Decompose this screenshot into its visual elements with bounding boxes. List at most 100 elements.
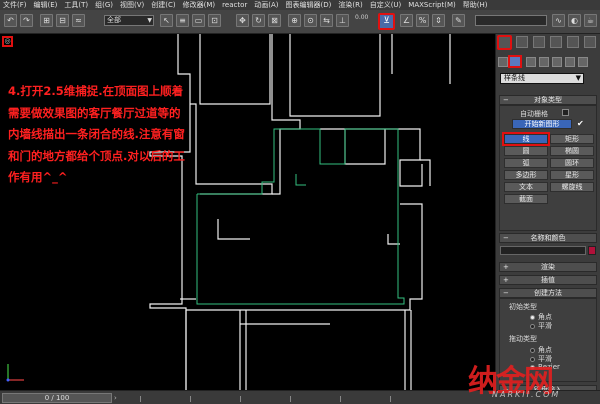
rollout-title: 渲染 <box>541 263 555 271</box>
hierarchy-tab-icon[interactable] <box>533 36 545 48</box>
viewport-label[interactable]: ◎ <box>2 36 13 47</box>
select-by-name-icon[interactable]: ≡ <box>176 14 189 27</box>
start-new-shape-button[interactable]: 开始新图形 <box>512 119 572 129</box>
ngon-button[interactable]: 多边形 <box>504 170 548 180</box>
track-tick <box>240 396 241 402</box>
ellipse-button[interactable]: 椭圆 <box>550 146 594 156</box>
modify-tab-icon[interactable] <box>516 36 528 48</box>
axis-tripod-icon <box>6 364 24 382</box>
angle-snap-icon[interactable]: ∠ <box>400 14 413 27</box>
spinner-snap-icon[interactable]: ⇕ <box>432 14 445 27</box>
render-icon[interactable]: ☕ <box>584 14 597 27</box>
donut-button[interactable]: 圆环 <box>550 158 594 168</box>
pivot-icon[interactable]: ⊙ <box>304 14 317 27</box>
menu-tools[interactable]: 工具(T) <box>64 0 88 10</box>
shape-category-dropdown[interactable]: 样条线 ▼ <box>500 73 584 84</box>
menu-modifiers[interactable]: 修改器(M) <box>183 0 216 10</box>
menu-edit[interactable]: 编辑(E) <box>34 0 58 10</box>
expand-icon: + <box>503 276 509 284</box>
time-next-icon[interactable]: › <box>114 394 117 402</box>
text-button[interactable]: 文本 <box>504 182 548 192</box>
circle-button[interactable]: 圆 <box>504 146 548 156</box>
helix-button[interactable]: 螺旋线 <box>550 182 594 192</box>
line-button[interactable]: 线 <box>504 134 548 144</box>
selection-filter-value: 全部 <box>107 16 121 24</box>
menu-graph-editors[interactable]: 图表编辑器(D) <box>286 0 332 10</box>
align-icon[interactable]: ⊥ <box>336 14 349 27</box>
motion-tab-icon[interactable] <box>550 36 562 48</box>
percent-snap-icon[interactable]: % <box>416 14 429 27</box>
time-slider[interactable]: 0 / 100 <box>2 393 112 403</box>
scale-icon[interactable]: ⊠ <box>268 14 281 27</box>
window-crossing-icon[interactable]: ⊡ <box>208 14 221 27</box>
shapes-icon[interactable] <box>508 55 522 68</box>
instruction-text: 4.打开2.5维捕捉.在顶面图上顺着需要做效果图的客厅餐厅过道等的内墙线描出一条… <box>8 84 185 184</box>
auto-grid-checkbox[interactable] <box>562 109 569 116</box>
arc-button[interactable]: 弧 <box>504 158 548 168</box>
menu-views[interactable]: 视图(V) <box>120 0 144 10</box>
create-tab-icon[interactable] <box>497 35 512 50</box>
rollout-title: 对象类型 <box>534 96 562 104</box>
geometry-icon[interactable] <box>498 57 508 67</box>
menu-file[interactable]: 文件(F) <box>3 0 27 10</box>
cameras-icon[interactable] <box>539 57 549 67</box>
watermark-subtext: NARKII.COM <box>492 390 561 399</box>
object-type-rollout-header[interactable]: − 对象类型 <box>499 95 597 105</box>
menu-customize[interactable]: 自定义(U) <box>370 0 402 10</box>
top-viewport[interactable]: ◎ 4.打开2.5维捕捉.在顶面图上顺着需要做效果图的客厅餐厅过道等的内墙线描出… <box>0 34 495 390</box>
rollout-title: 插值 <box>541 276 555 284</box>
menu-create[interactable]: 创建(C) <box>151 0 175 10</box>
region-select-icon[interactable]: ▭ <box>192 14 205 27</box>
name-color-rollout-header[interactable]: − 名称和颜色 <box>499 233 597 243</box>
initial-type-label: 初始类型 <box>509 303 537 311</box>
curve-editor-icon[interactable]: ∿ <box>552 14 565 27</box>
menu-animation[interactable]: 动画(A) <box>254 0 278 10</box>
rendering-rollout-header[interactable]: + 渲染 <box>499 262 597 272</box>
menu-group[interactable]: 组(G) <box>95 0 113 10</box>
star-button[interactable]: 星形 <box>550 170 594 180</box>
helpers-icon[interactable] <box>552 57 562 67</box>
object-name-field[interactable] <box>500 246 586 255</box>
track-tick <box>340 396 341 402</box>
track-tick <box>390 396 391 402</box>
named-selection-field[interactable] <box>475 15 547 26</box>
track-tick <box>290 396 291 402</box>
start-new-shape-checkbox[interactable]: ✔ <box>577 119 584 128</box>
reference-coord-icon[interactable]: ⊕ <box>288 14 301 27</box>
menu-maxscript[interactable]: MAXScript(M) <box>408 1 455 9</box>
auto-grid-label: 自动栅格 <box>520 110 548 118</box>
menu-rendering[interactable]: 渲染(R) <box>338 0 362 10</box>
create-subcategory-row <box>496 55 600 69</box>
lights-icon[interactable] <box>526 57 536 67</box>
systems-icon[interactable] <box>578 57 588 67</box>
utilities-tab-icon[interactable] <box>584 36 596 48</box>
edit-named-selection-icon[interactable]: ✎ <box>452 14 465 27</box>
rectangle-button[interactable]: 矩形 <box>550 134 594 144</box>
display-tab-icon[interactable] <box>567 36 579 48</box>
initial-smooth-radio[interactable]: 平滑 <box>530 321 552 331</box>
snap-toggle-2-5-button[interactable]: ⊻ <box>378 13 395 30</box>
menu-reactor[interactable]: reactor <box>222 1 247 9</box>
track-tick <box>190 396 191 402</box>
command-panel: 样条线 ▼ − 对象类型 自动栅格 开始新图形 ✔ 线 矩形 圆 椭圆 弧 圆环… <box>495 34 600 395</box>
link-icon[interactable]: ⊞ <box>40 14 53 27</box>
object-color-swatch[interactable] <box>588 246 596 255</box>
section-button[interactable]: 截面 <box>504 194 548 204</box>
mirror-icon[interactable]: ⇆ <box>320 14 333 27</box>
chevron-down-icon: ▼ <box>147 17 152 24</box>
move-icon[interactable]: ✥ <box>236 14 249 27</box>
rotate-icon[interactable]: ↻ <box>252 14 265 27</box>
menu-help[interactable]: 帮助(H) <box>463 0 488 10</box>
undo-icon[interactable]: ↶ <box>4 14 17 27</box>
bind-space-warp-icon[interactable]: ≈ <box>72 14 85 27</box>
material-editor-icon[interactable]: ◐ <box>568 14 581 27</box>
select-object-icon[interactable]: ↖ <box>160 14 173 27</box>
unlink-icon[interactable]: ⊟ <box>56 14 69 27</box>
redo-icon[interactable]: ↷ <box>20 14 33 27</box>
magnet-icon: ⊻ <box>383 16 390 26</box>
space-warps-icon[interactable] <box>565 57 575 67</box>
interpolation-rollout-header[interactable]: + 插值 <box>499 275 597 285</box>
creation-method-rollout-header[interactable]: − 创建方法 <box>499 288 597 298</box>
selection-filter-dropdown[interactable]: 全部 ▼ <box>104 15 154 26</box>
radio-dot <box>530 314 535 320</box>
